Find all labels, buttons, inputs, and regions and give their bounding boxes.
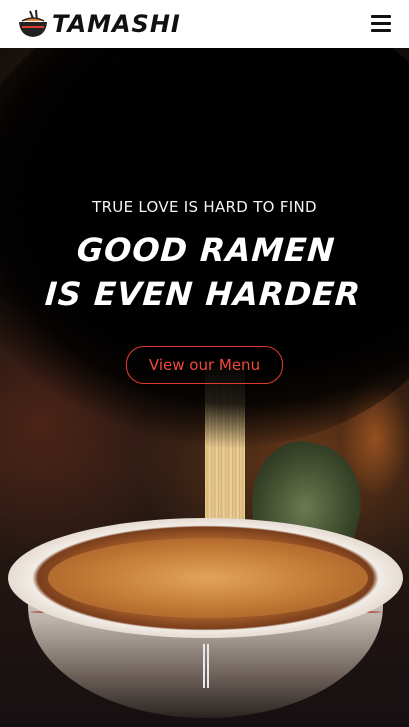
logo[interactable]: TAMASHI: [16, 8, 181, 40]
brand-name: TAMASHI: [52, 10, 181, 38]
view-menu-button[interactable]: View our Menu: [125, 346, 284, 384]
scroll-indicator-icon[interactable]: [203, 644, 209, 688]
hero-headline: GOOD RAMEN IS EVEN HARDER: [0, 228, 409, 316]
ramen-bowl-icon: [19, 9, 47, 37]
hero-tagline: TRUE LOVE IS HARD TO FIND: [92, 198, 317, 216]
site-header: TAMASHI: [0, 0, 409, 48]
headline-line-1: GOOD RAMEN: [75, 231, 337, 269]
hero-content: TRUE LOVE IS HARD TO FIND GOOD RAMEN IS …: [0, 196, 409, 384]
headline-line-2: IS EVEN HARDER: [43, 275, 363, 313]
hero-section: TRUE LOVE IS HARD TO FIND GOOD RAMEN IS …: [0, 48, 409, 727]
hamburger-menu-icon[interactable]: [371, 15, 391, 33]
ramen-bowl-image: [8, 518, 403, 718]
